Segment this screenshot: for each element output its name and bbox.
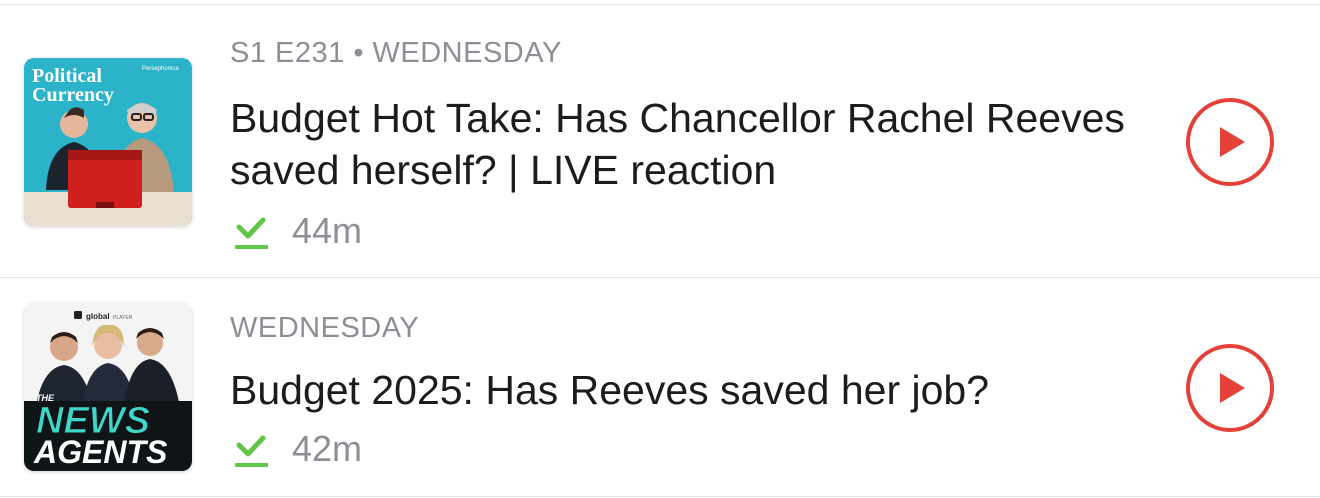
- episode-row[interactable]: global PLAYER THE NEWS AGENTS WEDNESDAY …: [0, 278, 1320, 496]
- checkmark-download-icon: [235, 435, 268, 467]
- network-label: global: [86, 312, 110, 321]
- show-title-line2: AGENTS: [33, 434, 168, 470]
- play-button[interactable]: [1184, 342, 1276, 434]
- political-currency-artwork: Political Currency Persephonica: [24, 58, 192, 226]
- checkmark-download-icon: [235, 217, 268, 249]
- episode-duration: 44m: [292, 210, 363, 251]
- bottom-divider: [0, 496, 1320, 497]
- play-circle-icon: [1186, 344, 1274, 432]
- episode-status: 42m: [230, 428, 362, 470]
- episode-status: 44m: [230, 210, 362, 252]
- network-suffix: PLAYER: [113, 315, 133, 321]
- episode-meta: S1 E231 • WEDNESDAY: [230, 37, 562, 69]
- show-title-line2: Currency: [32, 84, 114, 106]
- episode-row[interactable]: Political Currency Persephonica S1 E231 …: [0, 0, 1320, 277]
- episode-artwork: Political Currency Persephonica: [24, 58, 192, 226]
- episode-meta: WEDNESDAY: [230, 312, 420, 344]
- episode-title[interactable]: Budget 2025: Has Reeves saved her job?: [230, 364, 1150, 416]
- episode-artwork: global PLAYER THE NEWS AGENTS: [24, 303, 192, 471]
- play-circle-icon: [1186, 98, 1274, 186]
- network-label: Persephonica: [142, 66, 179, 72]
- episode-duration: 42m: [292, 428, 363, 469]
- play-button[interactable]: [1184, 96, 1276, 188]
- episode-title[interactable]: Budget Hot Take: Has Chancellor Rachel R…: [230, 92, 1150, 196]
- news-agents-artwork: global PLAYER THE NEWS AGENTS: [24, 303, 192, 471]
